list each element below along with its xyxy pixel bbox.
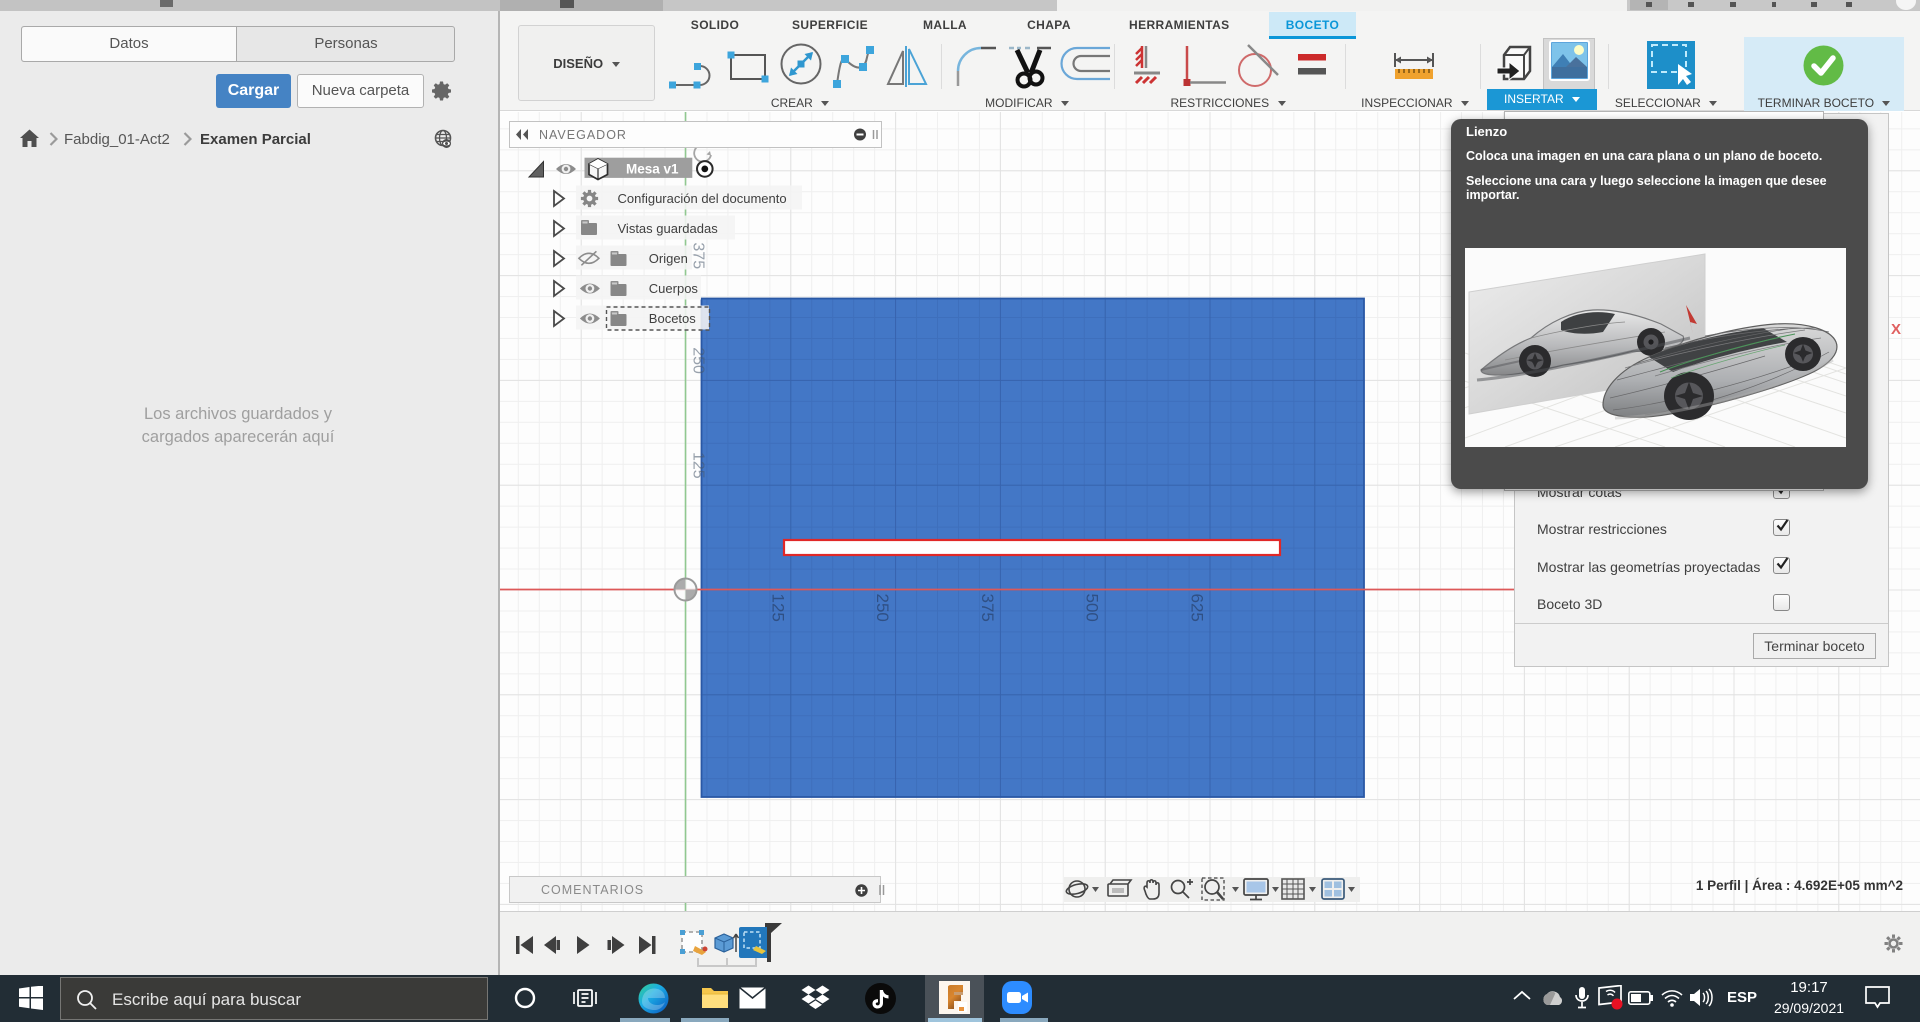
- svg-text:Mesa v1: Mesa v1: [626, 162, 679, 177]
- svg-text:Vistas guardadas: Vistas guardadas: [618, 221, 719, 236]
- svg-text:125: 125: [768, 594, 787, 622]
- svg-text:NAVEGADOR: NAVEGADOR: [539, 128, 627, 142]
- svg-text:625: 625: [1188, 594, 1207, 622]
- svg-text:250: 250: [690, 347, 707, 374]
- svg-text:Bocetos: Bocetos: [649, 311, 696, 326]
- svg-text:Configuración del documento: Configuración del documento: [618, 191, 787, 206]
- svg-text:500: 500: [1083, 594, 1102, 622]
- svg-text:375: 375: [978, 594, 997, 622]
- svg-text:125: 125: [690, 452, 707, 479]
- svg-text:X: X: [1891, 321, 1901, 338]
- svg-text:250: 250: [873, 594, 892, 622]
- svg-text:Origen: Origen: [649, 251, 688, 266]
- svg-text:Cuerpos: Cuerpos: [649, 281, 699, 296]
